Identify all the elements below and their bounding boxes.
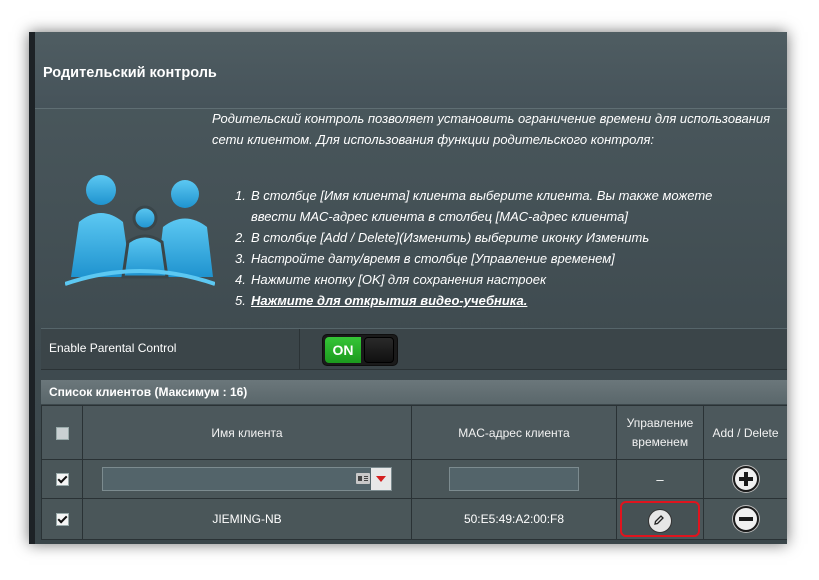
client-mac-cell: 50:E5:49:A2:00:F8: [411, 498, 617, 540]
family-icon: [65, 175, 215, 286]
step-text: ввести MAC-адрес клиента в столбец [MAC-…: [251, 209, 628, 224]
mac-input-cell: [411, 459, 617, 499]
column-header-name: Имя клиента: [82, 405, 412, 460]
step-number: 1.: [235, 188, 246, 203]
step-number: 2.: [235, 230, 246, 245]
delete-cell: [703, 498, 787, 540]
client-checkbox[interactable]: [55, 513, 69, 527]
client-list-header: Список клиентов (Максимум : 16): [41, 380, 787, 405]
parental-control-toggle[interactable]: ON: [322, 334, 398, 366]
step-item: 3. Настройте дату/время в столбце [Управл…: [235, 248, 712, 269]
column-header-mac: MAC-адрес клиента: [411, 405, 617, 460]
mac-address-input[interactable]: [449, 467, 579, 491]
chevron-down-icon[interactable]: [371, 468, 391, 490]
toggle-knob: [364, 337, 394, 363]
table-header-row: Имя клиента MAC-адрес клиента Управление…: [41, 405, 787, 460]
new-client-row: –: [41, 459, 787, 499]
step-text: В столбце [Имя клиента] клиента выберите…: [251, 188, 713, 203]
time-placeholder: –: [656, 471, 664, 487]
client-card-icon[interactable]: [356, 473, 370, 484]
time-cell: –: [616, 459, 704, 499]
toggle-on-label: ON: [325, 337, 361, 363]
step-item: 1. В столбце [Имя клиента] клиента выбери…: [235, 185, 712, 206]
intro-text: Родительский контроль позволяет установи…: [212, 111, 771, 147]
video-tutorial-link[interactable]: Нажмите для открытия видео-учебника.: [251, 293, 527, 308]
router-frame: Родительский контроль Родительский контр…: [29, 32, 787, 544]
column-header-add-delete: Add / Delete: [703, 405, 787, 460]
select-all-checkbox[interactable]: [55, 426, 69, 440]
client-name-input[interactable]: [102, 467, 392, 491]
column-header-time: Управление временем: [616, 405, 704, 460]
name-input-cell: [82, 459, 412, 499]
checkbox-cell: [41, 498, 83, 540]
edit-highlight: [620, 501, 700, 537]
add-icon[interactable]: [732, 466, 759, 492]
enable-parental-control-label: Enable Parental Control: [49, 341, 177, 355]
page-title: Родительский контроль: [43, 65, 217, 81]
steps-list: 1. В столбце [Имя клиента] клиента выбери…: [235, 185, 712, 311]
new-client-checkbox[interactable]: [55, 473, 69, 487]
client-table: Имя клиента MAC-адрес клиента Управление…: [41, 405, 787, 540]
step-number: 4.: [235, 272, 246, 287]
parental-control-panel: Родительский контроль Родительский контр…: [35, 32, 787, 544]
time-cell: [616, 498, 704, 540]
client-name-combo: [102, 467, 392, 491]
step-item: 2. В столбце [Add / Delete](Изменить) выб…: [235, 227, 712, 248]
step-item: ввести MAC-адрес клиента в столбец [MAC-…: [235, 206, 712, 227]
add-cell: [703, 459, 787, 499]
client-name-cell: JIEMING-NB: [82, 498, 412, 540]
step-number: 5.: [235, 293, 246, 308]
step-item: 4. Нажмите кнопку [OK] для сохранения нас…: [235, 269, 712, 290]
checkbox-cell: [41, 459, 83, 499]
step-text: Настройте дату/время в столбце [Управлен…: [251, 251, 615, 266]
client-list-title: Список клиентов (Максимум : 16): [49, 385, 248, 399]
table-row: JIEMING-NB 50:E5:49:A2:00:F8: [41, 498, 787, 540]
enable-parental-control-row: Enable Parental Control ON: [41, 328, 787, 370]
remove-icon[interactable]: [732, 506, 759, 532]
step-item: 5. Нажмите для открытия видео-учебника.: [235, 290, 712, 311]
pencil-icon[interactable]: [648, 509, 672, 533]
step-text: Нажмите кнопку [OK] для сохранения настр…: [251, 272, 547, 287]
step-text: В столбце [Add / Delete](Изменить) выбер…: [251, 230, 650, 245]
title-bar: Родительский контроль: [35, 32, 787, 109]
select-all-cell: [41, 405, 83, 460]
row-divider: [299, 329, 300, 369]
step-number: 3.: [235, 251, 246, 266]
